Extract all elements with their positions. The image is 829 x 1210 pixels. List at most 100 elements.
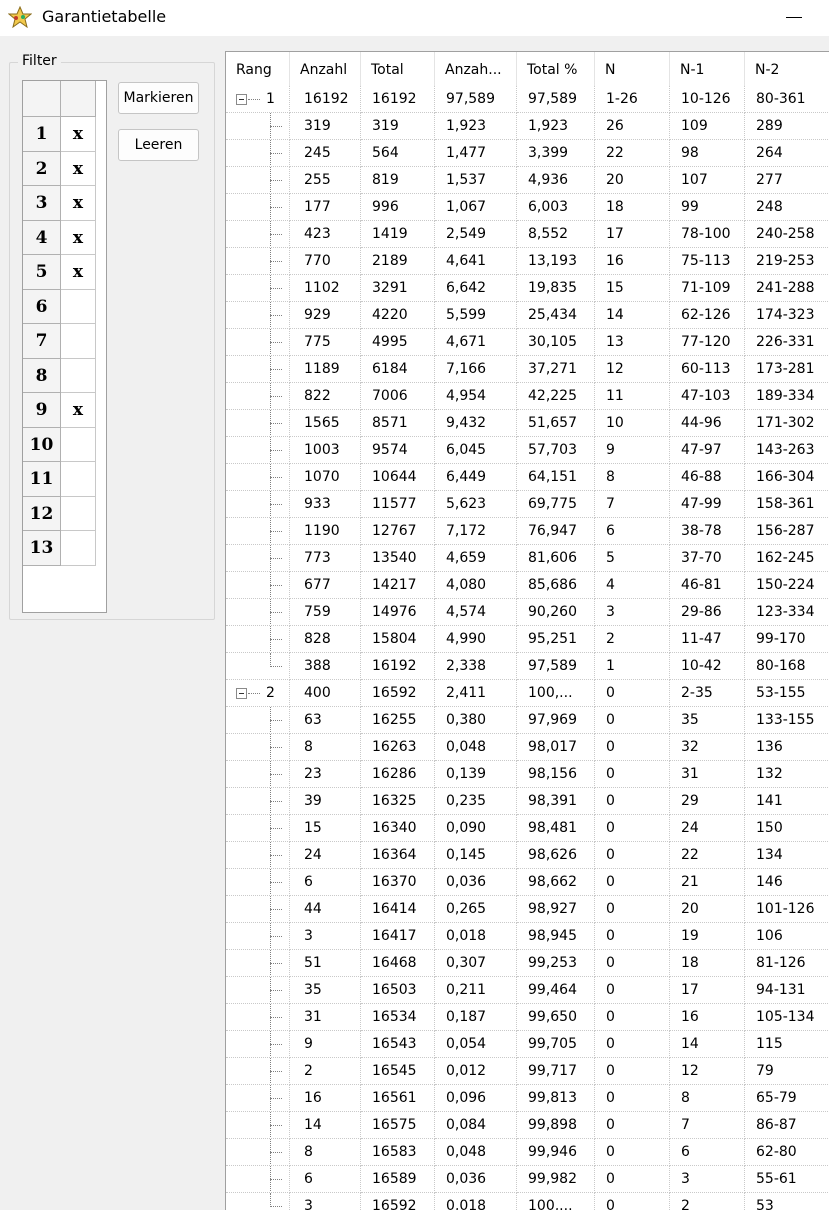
- collapse-icon[interactable]: [236, 688, 247, 699]
- table-row[interactable]: 2 16545 0,012 99,717 0 12 79: [226, 1058, 829, 1085]
- filter-grid[interactable]: 1 x 2 x 3 x 4 x 5 x 6 7 8 9 x 10 11 12 13: [22, 80, 107, 613]
- filter-row-number[interactable]: 4: [23, 220, 61, 255]
- filter-row[interactable]: 4x: [23, 220, 96, 255]
- column-header-anzahl-pct[interactable]: Anzah...: [435, 52, 517, 86]
- filter-row-number[interactable]: 7: [23, 324, 61, 359]
- column-header-anzahl[interactable]: Anzahl: [290, 52, 361, 86]
- column-header-n-1[interactable]: N-1: [670, 52, 745, 86]
- n-2-cell: 65-79: [745, 1085, 829, 1112]
- table-row[interactable]: 388 16192 2,338 97,589 1 10-42 80-168: [226, 653, 829, 680]
- filter-row-mark[interactable]: x: [61, 255, 96, 290]
- table-row[interactable]: 775 4995 4,671 30,105 13 77-120 226-331: [226, 329, 829, 356]
- table-row[interactable]: 63 16255 0,380 97,969 0 35 133-155: [226, 707, 829, 734]
- table-row[interactable]: 44 16414 0,265 98,927 0 20 101-126: [226, 896, 829, 923]
- table-row[interactable]: 16 16561 0,096 99,813 0 8 65-79: [226, 1085, 829, 1112]
- table-row[interactable]: 759 14976 4,574 90,260 3 29-86 123-334: [226, 599, 829, 626]
- column-header-n[interactable]: N: [595, 52, 670, 86]
- filter-row-number[interactable]: 12: [23, 496, 61, 531]
- minimize-button[interactable]: [776, 0, 816, 36]
- table-row[interactable]: 3 16592 0,018 100,... 0 2 53: [226, 1193, 829, 1210]
- table-row[interactable]: 6 16370 0,036 98,662 0 21 146: [226, 869, 829, 896]
- table-row[interactable]: 822 7006 4,954 42,225 11 47-103 189-334: [226, 383, 829, 410]
- table-row[interactable]: 39 16325 0,235 98,391 0 29 141: [226, 788, 829, 815]
- filter-row-number[interactable]: 3: [23, 186, 61, 221]
- table-row[interactable]: 245 564 1,477 3,399 22 98 264: [226, 140, 829, 167]
- filter-row[interactable]: 12: [23, 496, 96, 531]
- column-header-n-2[interactable]: N-2: [745, 52, 829, 86]
- filter-row[interactable]: 5x: [23, 255, 96, 290]
- filter-row-mark[interactable]: [61, 358, 96, 393]
- filter-row-mark[interactable]: [61, 289, 96, 324]
- table-row[interactable]: 23 16286 0,139 98,156 0 31 132: [226, 761, 829, 788]
- table-row[interactable]: 177 996 1,067 6,003 18 99 248: [226, 194, 829, 221]
- filter-row-number[interactable]: 5: [23, 255, 61, 290]
- table-row[interactable]: 1565 8571 9,432 51,657 10 44-96 171-302: [226, 410, 829, 437]
- filter-row-number[interactable]: 6: [23, 289, 61, 324]
- column-header-total-pct[interactable]: Total %: [517, 52, 595, 86]
- mark-button[interactable]: Markieren: [118, 82, 199, 114]
- filter-row[interactable]: 11: [23, 462, 96, 497]
- table-row[interactable]: 6 16589 0,036 99,982 0 3 55-61: [226, 1166, 829, 1193]
- table-row[interactable]: 1003 9574 6,045 57,703 9 47-97 143-263: [226, 437, 829, 464]
- table-row[interactable]: 319 319 1,923 1,923 26 109 289: [226, 113, 829, 140]
- table-row[interactable]: 929 4220 5,599 25,434 14 62-126 174-323: [226, 302, 829, 329]
- filter-row-number[interactable]: 1: [23, 117, 61, 152]
- table-row[interactable]: 31 16534 0,187 99,650 0 16 105-134: [226, 1004, 829, 1031]
- filter-row[interactable]: 9x: [23, 393, 96, 428]
- table-row[interactable]: 1189 6184 7,166 37,271 12 60-113 173-281: [226, 356, 829, 383]
- table-row[interactable]: 9 16543 0,054 99,705 0 14 115: [226, 1031, 829, 1058]
- table-row[interactable]: 24 16364 0,145 98,626 0 22 134: [226, 842, 829, 869]
- filter-row-number[interactable]: 13: [23, 531, 61, 566]
- table-row[interactable]: 14 16575 0,084 99,898 0 7 86-87: [226, 1112, 829, 1139]
- table-row[interactable]: 773 13540 4,659 81,606 5 37-70 162-245: [226, 545, 829, 572]
- table-row[interactable]: 677 14217 4,080 85,686 4 46-81 150-224: [226, 572, 829, 599]
- filter-row[interactable]: 7: [23, 324, 96, 359]
- filter-row[interactable]: 10: [23, 427, 96, 462]
- table-row[interactable]: 255 819 1,537 4,936 20 107 277: [226, 167, 829, 194]
- filter-row-mark[interactable]: [61, 531, 96, 566]
- table-row[interactable]: 35 16503 0,211 99,464 0 17 94-131: [226, 977, 829, 1004]
- n-2-cell: 150: [745, 815, 829, 842]
- filter-row-number[interactable]: 2: [23, 151, 61, 186]
- filter-row[interactable]: 3x: [23, 186, 96, 221]
- column-header-total[interactable]: Total: [361, 52, 435, 86]
- n-cell: 3: [595, 599, 670, 626]
- filter-row-mark[interactable]: [61, 496, 96, 531]
- tree-group-row[interactable]: 1 16192 16192 97,589 97,589 1-26 10-126 80-361: [226, 86, 829, 113]
- table-row[interactable]: 8 16263 0,048 98,017 0 32 136: [226, 734, 829, 761]
- table-row[interactable]: 3 16417 0,018 98,945 0 19 106: [226, 923, 829, 950]
- filter-row-mark[interactable]: x: [61, 151, 96, 186]
- filter-row-mark[interactable]: [61, 427, 96, 462]
- table-row[interactable]: 1190 12767 7,172 76,947 6 38-78 156-287: [226, 518, 829, 545]
- clear-button[interactable]: Leeren: [118, 129, 199, 161]
- filter-row-mark[interactable]: x: [61, 393, 96, 428]
- table-row[interactable]: 933 11577 5,623 69,775 7 47-99 158-361: [226, 491, 829, 518]
- filter-row-mark[interactable]: x: [61, 117, 96, 152]
- filter-row[interactable]: 2x: [23, 151, 96, 186]
- filter-row-mark[interactable]: x: [61, 186, 96, 221]
- table-row[interactable]: 15 16340 0,090 98,481 0 24 150: [226, 815, 829, 842]
- table-row[interactable]: 828 15804 4,990 95,251 2 11-47 99-170: [226, 626, 829, 653]
- table-row[interactable]: 1102 3291 6,642 19,835 15 71-109 241-288: [226, 275, 829, 302]
- collapse-icon[interactable]: [236, 94, 247, 105]
- filter-row-mark[interactable]: [61, 462, 96, 497]
- filter-row[interactable]: 13: [23, 531, 96, 566]
- filter-row-number[interactable]: 11: [23, 462, 61, 497]
- table-row[interactable]: 770 2189 4,641 13,193 16 75-113 219-253: [226, 248, 829, 275]
- table-row[interactable]: 1070 10644 6,449 64,151 8 46-88 166-304: [226, 464, 829, 491]
- filter-row[interactable]: 6: [23, 289, 96, 324]
- anzahl-pct-cell: 2,338: [435, 653, 517, 680]
- column-header-rang[interactable]: Rang: [226, 52, 290, 86]
- filter-row-number[interactable]: 9: [23, 393, 61, 428]
- filter-row[interactable]: 1x: [23, 117, 96, 152]
- filter-row-number[interactable]: 10: [23, 427, 61, 462]
- table-row[interactable]: 423 1419 2,549 8,552 17 78-100 240-258: [226, 221, 829, 248]
- guarantee-tree-table[interactable]: Rang Anzahl Total Anzah... Total % N N-1 N-2 11…: [225, 51, 829, 1210]
- table-row[interactable]: 51 16468 0,307 99,253 0 18 81-126: [226, 950, 829, 977]
- table-row[interactable]: 8 16583 0,048 99,946 0 6 62-80: [226, 1139, 829, 1166]
- filter-row-mark[interactable]: x: [61, 220, 96, 255]
- filter-row[interactable]: 8: [23, 358, 96, 393]
- tree-group-row[interactable]: 2 400 16592 2,411 100,... 0 2-35 53-155: [226, 680, 829, 707]
- filter-row-number[interactable]: 8: [23, 358, 61, 393]
- filter-row-mark[interactable]: [61, 324, 96, 359]
